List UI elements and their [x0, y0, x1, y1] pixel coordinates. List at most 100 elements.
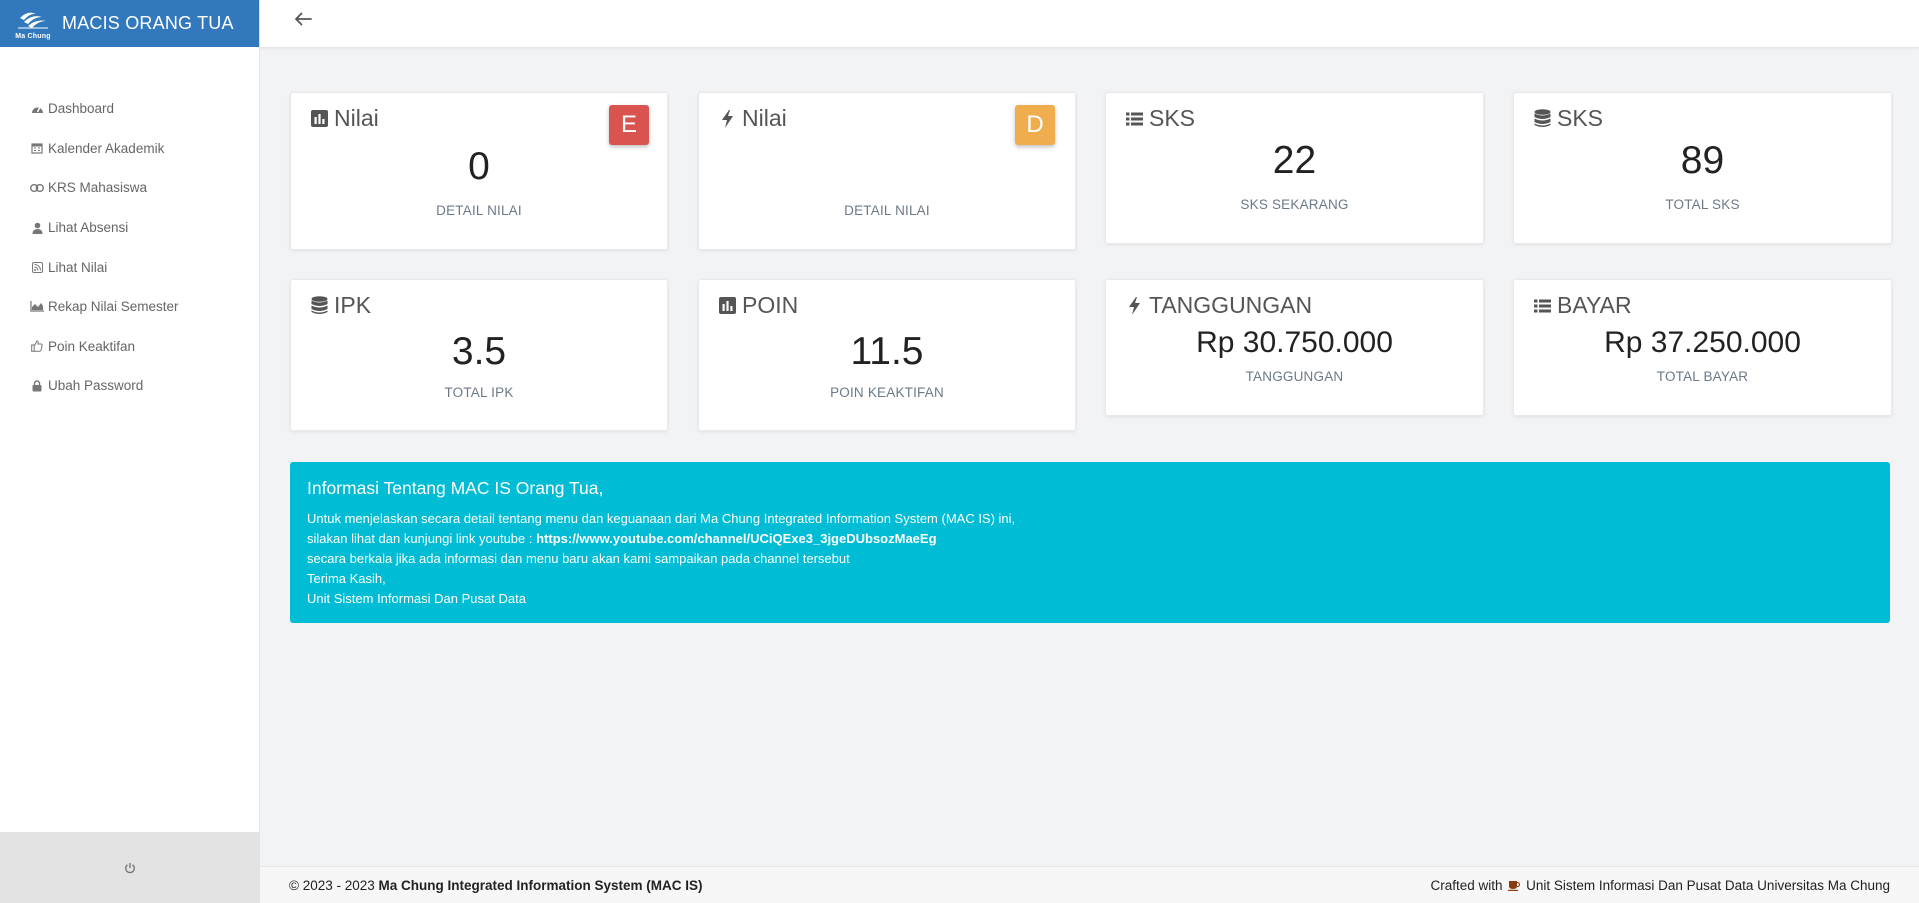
sidebar-item-ubah-password[interactable]: Ubah Password [0, 366, 259, 406]
info-line-2: silakan lihat dan kunjungi link youtube … [307, 529, 1873, 549]
database-icon [310, 296, 328, 315]
card-poin-keaktifan: POIN 11.5 POIN KEAKTIFAN [698, 279, 1076, 431]
sidebar-footer [0, 832, 260, 903]
card-tanggungan: TANGGUNGAN Rp 30.750.000 TANGGUNGAN [1105, 279, 1484, 416]
arrow-left-icon [294, 12, 312, 26]
sidebar-item-label: Rekap Nilai Semester [48, 299, 179, 315]
sidebar-item-label: Lihat Nilai [48, 259, 108, 275]
copyright-text: © 2023 - 2023 [289, 877, 379, 893]
card-title: IPK [334, 292, 372, 318]
info-title: Informasi Tentang MAC IS Orang Tua, [307, 478, 604, 498]
rss-icon [30, 260, 44, 274]
info-line-5: Unit Sistem Informasi Dan Pusat Data [307, 591, 526, 606]
card-header: POIN [718, 292, 798, 319]
coffee-icon [1508, 880, 1521, 891]
info-panel: Informasi Tentang MAC IS Orang Tua, Untu… [290, 462, 1890, 623]
dashboard-icon [30, 102, 44, 116]
footer-copyright: © 2023 - 2023 Ma Chung Integrated Inform… [289, 878, 703, 893]
brand-header[interactable]: Ma Chung MACIS ORANG TUA [0, 0, 259, 47]
crafted-by-text: Unit Sistem Informasi Dan Pusat Data Uni… [1526, 877, 1890, 893]
card-value: 3.5 [451, 330, 507, 373]
bar-chart-icon [718, 297, 736, 315]
card-header: TANGGUNGAN [1125, 292, 1312, 319]
card-title: TANGGUNGAN [1149, 292, 1313, 318]
card-header: IPK [310, 292, 371, 319]
app-title: MACIS ORANG TUA [62, 13, 234, 33]
card-subtitle: TANGGUNGAN [1245, 369, 1344, 384]
footer-credits: Crafted with Unit Sistem Informasi Dan P… [1431, 878, 1890, 893]
card-nilai-detail-2[interactable]: Nilai D DETAIL NILAI [698, 92, 1076, 250]
info-line-1: Untuk menjelaskan secara detail tentang … [307, 511, 1016, 526]
user-icon [30, 221, 44, 235]
sidebar-item-lihat-nilai[interactable]: Lihat Nilai [0, 247, 259, 287]
calendar-icon [30, 141, 44, 155]
bar-chart-icon [310, 110, 328, 128]
card-title: SKS [1149, 105, 1196, 131]
lock-icon [30, 379, 44, 393]
card-value: Rp 30.750.000 [1196, 326, 1393, 359]
topbar [260, 0, 1919, 48]
crafted-text: Crafted with [1430, 877, 1503, 893]
card-nilai-detail[interactable]: Nilai E 0 DETAIL NILAI [290, 92, 668, 250]
bolt-icon [1125, 296, 1143, 315]
sidebar-item-label: Kalender Akademik [48, 140, 165, 156]
card-subtitle[interactable]: DETAIL NILAI [699, 203, 1075, 218]
database-icon [1533, 109, 1551, 128]
logo: Ma Chung [14, 5, 52, 43]
sidebar-item-kalender-akademik[interactable]: Kalender Akademik [0, 129, 259, 169]
list-icon [1125, 110, 1143, 128]
power-icon[interactable] [124, 862, 136, 874]
sidebar-item-label: Lihat Absensi [48, 220, 129, 236]
link-icon [30, 181, 44, 195]
sidebar-item-label: KRS Mahasiswa [48, 180, 148, 196]
card-subtitle[interactable]: DETAIL NILAI [291, 203, 667, 218]
info-line-3: secara berkala jika ada informasi dan me… [307, 551, 850, 566]
card-header: SKS [1125, 105, 1195, 132]
card-value: 0 [468, 145, 490, 188]
card-value: 11.5 [850, 330, 924, 373]
info-line-4: Terima Kasih, [307, 571, 386, 586]
card-subtitle: SKS SEKARANG [1240, 197, 1349, 212]
sidebar-item-label: Dashboard [48, 101, 115, 117]
list-icon [1533, 297, 1551, 315]
card-value: Rp 37.250.000 [1604, 326, 1801, 359]
area-chart-icon [30, 300, 44, 314]
bolt-icon [718, 109, 736, 128]
card-subtitle: TOTAL BAYAR [1656, 369, 1749, 384]
grade-badge: D [1015, 105, 1055, 145]
card-value: 22 [1272, 139, 1317, 182]
card-sks-sekarang: SKS 22 SKS SEKARANG [1105, 92, 1484, 244]
sidebar-item-rekap-nilai-semester[interactable]: Rekap Nilai Semester [0, 287, 259, 327]
youtube-link[interactable]: https://www.youtube.com/channel/UCiQExe3… [536, 531, 936, 546]
card-total-sks: SKS 89 TOTAL SKS [1513, 92, 1892, 244]
card-header: SKS [1533, 105, 1603, 132]
sidebar-item-dashboard[interactable]: Dashboard [0, 89, 259, 129]
card-header: BAYAR [1533, 292, 1632, 319]
sidebar-menu: Dashboard Kalender Akademik KRS Mahasisw… [0, 89, 259, 406]
sidebar-item-poin-keaktifan[interactable]: Poin Keaktifan [0, 327, 259, 367]
sidebar-item-krs-mahasiswa[interactable]: KRS Mahasiswa [0, 168, 259, 208]
sidebar-item-lihat-absensi[interactable]: Lihat Absensi [0, 208, 259, 248]
card-subtitle: TOTAL IPK [444, 385, 514, 400]
card-header: Nilai [718, 105, 787, 132]
footer: © 2023 - 2023 Ma Chung Integrated Inform… [260, 866, 1919, 903]
card-title: Nilai [742, 105, 787, 131]
card-title: SKS [1557, 105, 1604, 131]
card-title: BAYAR [1557, 292, 1632, 318]
card-title: POIN [742, 292, 799, 318]
sidebar-item-label: Poin Keaktifan [48, 338, 136, 354]
grade-badge: E [609, 105, 649, 145]
logo-text: Ma Chung [15, 32, 51, 40]
info-line-2-text: silakan lihat dan kunjungi link youtube … [307, 531, 537, 546]
thumbs-up-icon [30, 339, 44, 353]
card-subtitle: POIN KEAKTIFAN [830, 385, 944, 400]
sidebar-item-label: Ubah Password [48, 378, 144, 394]
sidebar: Ma Chung MACIS ORANG TUA Dashboard Kalen… [0, 0, 260, 903]
card-subtitle: TOTAL SKS [1665, 197, 1740, 212]
card-total-bayar: BAYAR Rp 37.250.000 TOTAL BAYAR [1513, 279, 1892, 416]
system-name: Ma Chung Integrated Information System (… [378, 877, 703, 893]
card-total-ipk: IPK 3.5 TOTAL IPK [290, 279, 668, 431]
card-value: 89 [1680, 139, 1725, 182]
card-title: Nilai [334, 105, 379, 131]
back-button[interactable] [288, 8, 318, 30]
